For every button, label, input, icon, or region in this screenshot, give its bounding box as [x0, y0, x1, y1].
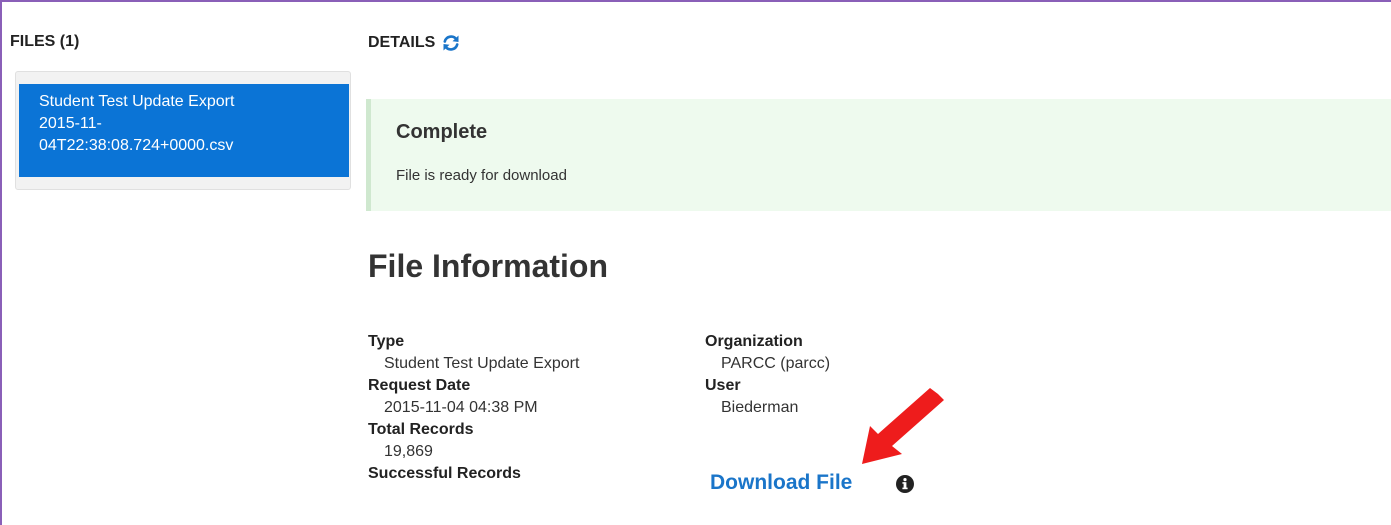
file-list: Student Test Update Export 2015-11- 04T2… [15, 71, 351, 190]
total-records-label: Total Records [368, 421, 474, 438]
file-info-right-column: Organization PARCC (parcc) User Biederma… [705, 331, 830, 419]
status-alert: Complete File is ready for download [366, 99, 1391, 211]
user-label: User [705, 377, 741, 394]
details-header-label: DETAILS [368, 34, 436, 51]
file-list-item[interactable]: Student Test Update Export 2015-11- 04T2… [19, 84, 349, 177]
successful-records-label: Successful Records [368, 465, 521, 482]
user-value: Biederman [721, 399, 799, 416]
organization-value: PARCC (parcc) [721, 355, 831, 372]
files-header: FILES (1) [10, 33, 80, 50]
details-header: DETAILS [368, 33, 461, 53]
request-date-value: 2015-11-04 04:38 PM [384, 399, 538, 416]
file-info-left-column: Type Student Test Update Export Request … [368, 331, 579, 485]
type-label: Type [368, 333, 405, 350]
total-records-value: 19,869 [384, 443, 433, 460]
request-date-label: Request Date [368, 377, 471, 394]
red-arrow-annotation-icon [862, 388, 944, 464]
type-value: Student Test Update Export [384, 355, 580, 372]
status-message: File is ready for download [396, 167, 567, 184]
file-name-line-1: Student Test Update Export [39, 93, 235, 110]
refresh-icon[interactable] [441, 33, 461, 53]
file-name-line-3: 04T22:38:08.724+0000.csv [39, 137, 234, 154]
file-name-line-2: 2015-11- [39, 115, 102, 132]
status-title: Complete [396, 121, 488, 143]
organization-label: Organization [705, 333, 803, 350]
file-information-title: File Information [368, 248, 608, 284]
download-file-link[interactable]: Download File [710, 471, 852, 495]
